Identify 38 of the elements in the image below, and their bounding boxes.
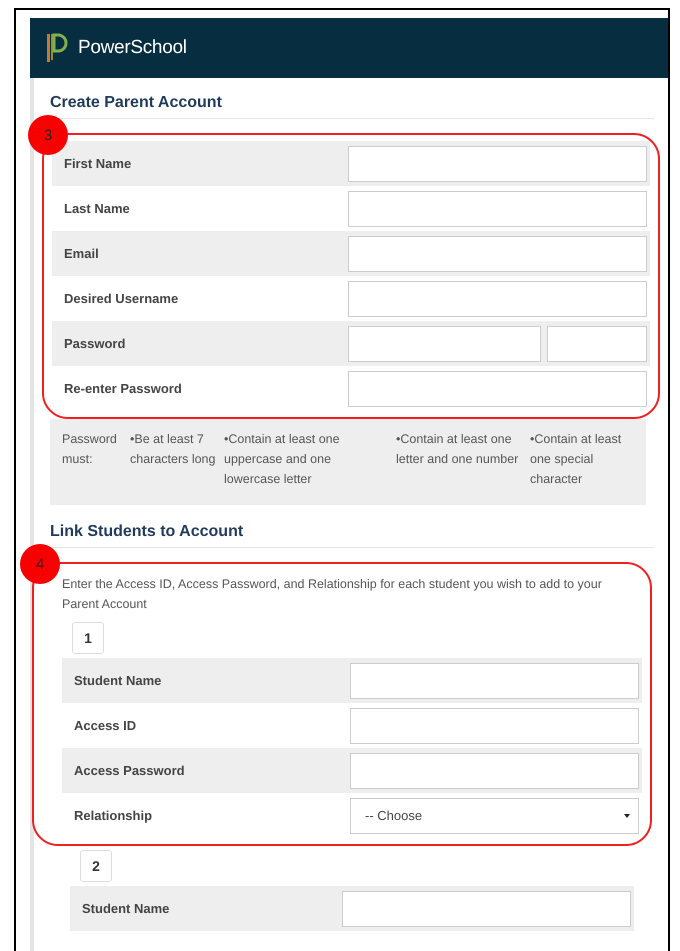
logo-icon <box>46 32 68 64</box>
section-title: Create Parent Account <box>50 94 222 111</box>
field-label: Email <box>63 246 100 261</box>
field-label: Access ID <box>73 718 138 733</box>
step-badge: 4 <box>20 544 60 584</box>
caret-icon <box>624 814 630 818</box>
password-rule: •Contain at least one special character <box>530 431 622 488</box>
input-field[interactable] <box>348 280 647 316</box>
field-label: Student Name <box>73 673 162 688</box>
relationship-select[interactable]: -- Choose <box>350 798 639 834</box>
password-rule: •Contain at least one uppercase and one lowercase letter <box>224 431 341 488</box>
step-badge: 3 <box>28 115 68 155</box>
input-field[interactable] <box>348 370 647 406</box>
section-title: Link Students to Account <box>50 523 244 540</box>
field-label: Last Name <box>63 201 131 216</box>
input-field[interactable] <box>348 326 542 362</box>
password-rule: •Contain at least one letter and one number <box>396 431 520 468</box>
field-label: Password <box>63 336 126 351</box>
instructions-text: Enter the Access ID, Access Password, and Relationship for each student you wish to add to your Parent Account <box>62 576 603 613</box>
input-field[interactable] <box>342 890 631 926</box>
input-field[interactable] <box>348 146 647 182</box>
field-label: Desired Username <box>63 291 180 306</box>
brand-name: PowerSchool <box>78 37 187 59</box>
student-number: 2 <box>80 850 112 882</box>
field-label: First Name <box>63 156 132 171</box>
input-field[interactable] <box>348 236 647 272</box>
password-rule: •Be at least 7 characters long <box>130 431 216 468</box>
rules-label: Password must: <box>62 431 118 468</box>
input-field[interactable] <box>350 662 639 698</box>
input-field[interactable] <box>350 752 639 788</box>
field-label: Re-enter Password <box>63 381 183 396</box>
field-label: Student Name <box>81 901 170 916</box>
field-label: Relationship <box>73 808 154 823</box>
input-field[interactable] <box>350 708 639 744</box>
student-number: 1 <box>72 622 104 654</box>
input-field[interactable] <box>547 326 647 362</box>
input-field[interactable] <box>348 190 647 226</box>
field-label: Access Password <box>73 763 186 778</box>
